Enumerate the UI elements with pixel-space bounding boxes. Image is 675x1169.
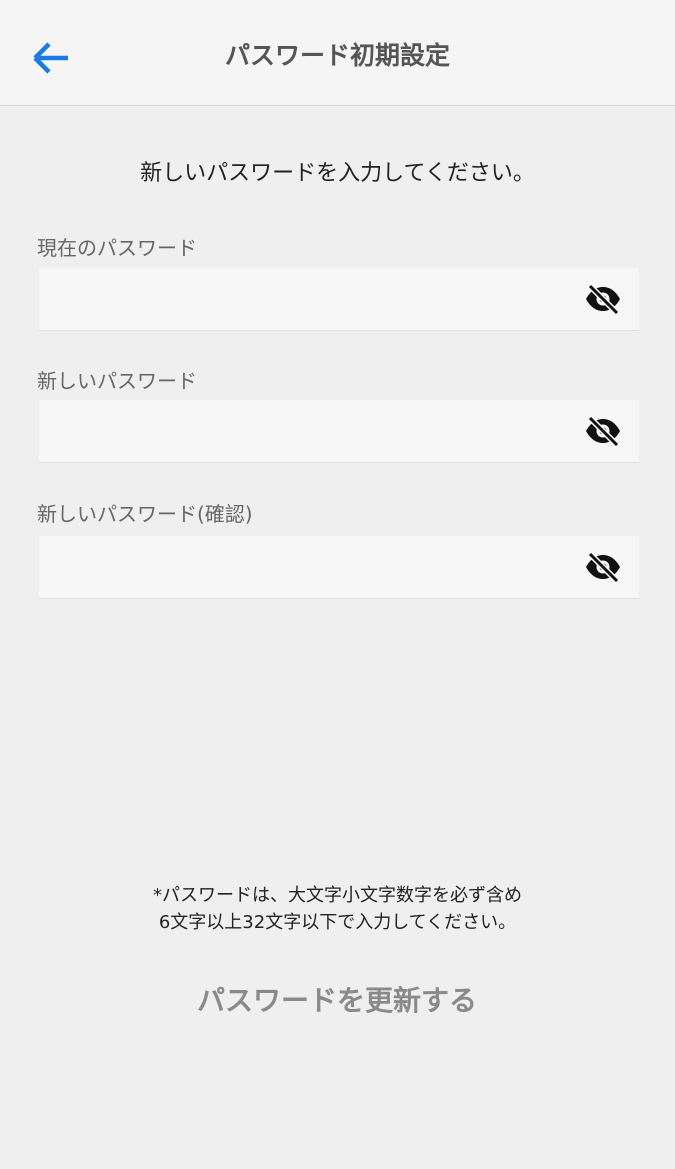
password-setup-screen: パスワード初期設定 新しいパスワードを入力してください。 現在のパスワード 新し… [0,0,675,1169]
current-password-field-container [39,268,639,331]
password-rule-line-2: 6文字以上32文字以下で入力してください。 [158,912,517,933]
confirm-password-field-container [39,536,639,599]
new-password-visibility-toggle[interactable] [575,403,631,459]
update-password-button[interactable]: パスワードを更新する [137,970,537,1032]
new-password-field-container [39,400,639,463]
header-bar: パスワード初期設定 [0,0,675,106]
instruction-text: 新しいパスワードを入力してください。 [140,161,535,186]
current-password-input[interactable] [39,268,575,330]
confirm-password-visibility-toggle[interactable] [575,539,631,595]
current-password-visibility-toggle[interactable] [575,271,631,327]
eye-off-icon [586,551,620,583]
current-password-label: 現在のパスワード [37,236,197,260]
page-title: パスワード初期設定 [224,41,450,70]
eye-off-icon [586,415,620,447]
new-password-input[interactable] [39,400,575,462]
eye-off-icon [586,283,620,315]
new-password-label: 新しいパスワード [37,369,197,393]
password-rule-line-1: *パスワードは、大文字小文字数字を必ず含め [153,885,522,906]
confirm-password-input[interactable] [39,536,575,598]
password-rule-note: *パスワードは、大文字小文字数字を必ず含め 6文字以上32文字以下で入力してくだ… [0,882,675,936]
confirm-password-label: 新しいパスワード(確認) [37,502,253,526]
